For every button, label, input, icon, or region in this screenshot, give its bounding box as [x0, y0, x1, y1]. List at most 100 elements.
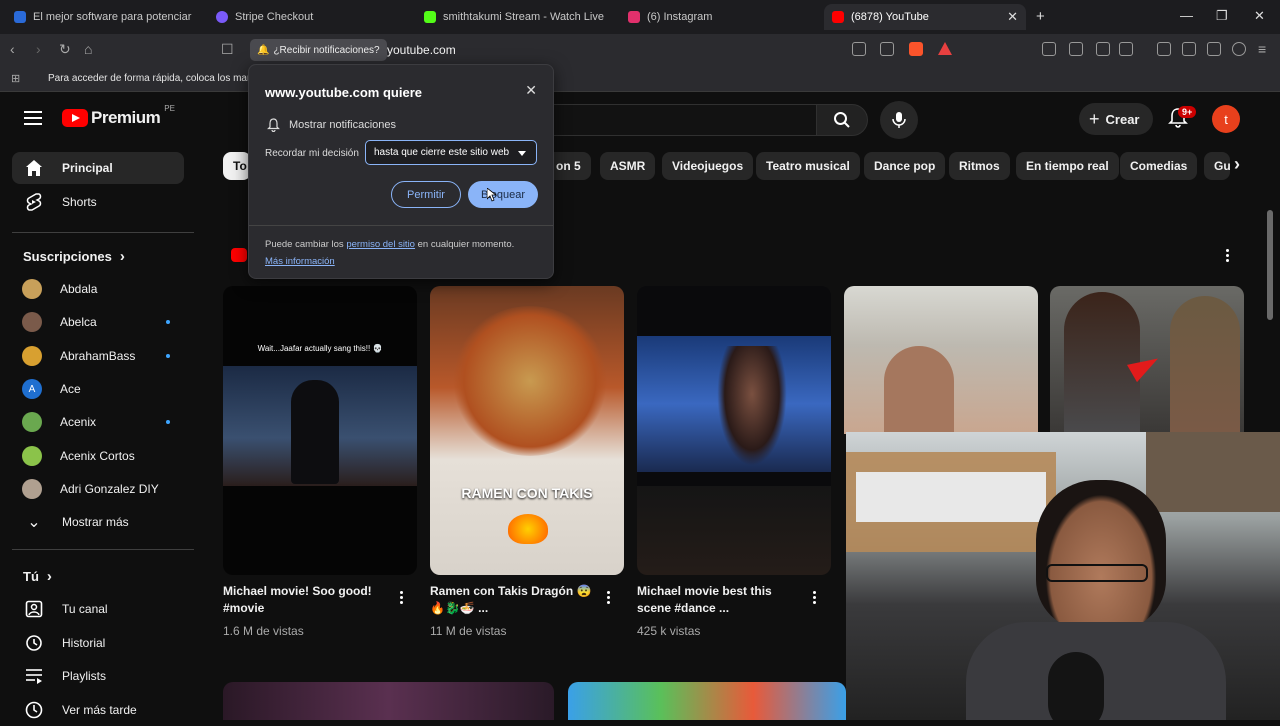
- sidebar-item-subscription[interactable]: Abdala: [12, 273, 184, 305]
- close-tab-icon[interactable]: ✕: [1007, 9, 1018, 25]
- home-icon[interactable]: ⌂: [84, 41, 92, 57]
- vpn-icon[interactable]: [1232, 42, 1246, 56]
- wallet-icon[interactable]: [1182, 42, 1196, 56]
- short-thumbnail[interactable]: RAMEN CON TAKIS: [430, 286, 624, 575]
- minimize-icon[interactable]: —: [1180, 8, 1193, 23]
- show-more-button[interactable]: ⌄ Mostrar más: [12, 506, 184, 538]
- back-icon[interactable]: ‹: [10, 41, 15, 57]
- create-button[interactable]: + Crear: [1079, 103, 1154, 135]
- brave-shields-icon[interactable]: [909, 42, 923, 56]
- sidebar-item-history[interactable]: Historial: [12, 627, 184, 659]
- channel-avatar: [22, 312, 42, 332]
- allow-button[interactable]: Permitir: [391, 181, 461, 208]
- scrollbar-thumb[interactable]: [1267, 210, 1273, 320]
- reload-icon[interactable]: ↻: [59, 41, 71, 58]
- video-thumbnail[interactable]: [223, 682, 554, 720]
- cast-icon[interactable]: [852, 42, 866, 56]
- youtube-premium-logo[interactable]: Premium PE: [62, 104, 175, 128]
- new-tab-button[interactable]: +: [1036, 8, 1045, 25]
- remember-decision-value: hasta que cierre este sitio web: [374, 147, 510, 158]
- short-title[interactable]: Michael movie best this scene #dance ...: [637, 583, 807, 617]
- sidebar-item-label: Tu canal: [62, 602, 108, 616]
- sidebar-item-subscription[interactable]: Abelca: [12, 306, 184, 338]
- sidebar-toggle-icon[interactable]: [1157, 42, 1171, 56]
- short-thumbnail[interactable]: Wait...Jaafar actually sang this!! 💀: [223, 286, 417, 575]
- more-options-icon[interactable]: [400, 591, 404, 605]
- brave-rewards-icon[interactable]: [938, 42, 952, 55]
- block-button[interactable]: Bloquear: [468, 181, 538, 208]
- menu-icon[interactable]: ≡: [1258, 41, 1266, 57]
- video-thumbnail[interactable]: [568, 682, 846, 720]
- link-icon[interactable]: [1119, 42, 1133, 56]
- bookmarks-hint: Para acceder de forma rápida, coloca los…: [48, 73, 256, 84]
- chip[interactable]: Comedias: [1120, 152, 1198, 180]
- downloads-icon[interactable]: [1069, 42, 1083, 56]
- tab-favicon-icon: [14, 11, 26, 23]
- share-icon[interactable]: [880, 42, 894, 56]
- tab-title: Stripe Checkout: [235, 11, 314, 23]
- sidebar-item-label: Historial: [62, 636, 106, 650]
- hamburger-menu-icon[interactable]: [24, 111, 42, 125]
- forward-icon[interactable]: ›: [36, 41, 41, 57]
- short-thumbnail[interactable]: [1050, 286, 1244, 434]
- close-icon[interactable]: ✕: [525, 82, 537, 99]
- channel-name: Acenix Cortos: [60, 449, 135, 463]
- remember-decision-select[interactable]: hasta que cierre este sitio web: [365, 140, 537, 165]
- extensions-icon[interactable]: [1042, 42, 1056, 56]
- site-permission-link[interactable]: permiso del sitio: [346, 239, 415, 250]
- short-thumbnail[interactable]: [637, 286, 831, 575]
- thumbnail-image: [450, 306, 610, 456]
- you-header[interactable]: Tú ›: [23, 568, 52, 585]
- sidebar-item-playlists[interactable]: Playlists: [12, 660, 184, 692]
- search-input[interactable]: [540, 104, 816, 136]
- sidebar-item-home[interactable]: Principal: [12, 152, 184, 184]
- chip[interactable]: Gu: [1204, 152, 1230, 180]
- short-title[interactable]: Ramen con Takis Dragón 😨🔥🐉🍜 ...: [430, 583, 600, 617]
- footer-text: Puede cambiar los: [265, 239, 347, 250]
- chip[interactable]: En tiempo real: [1016, 152, 1119, 180]
- more-options-icon[interactable]: [813, 591, 817, 605]
- subscriptions-header[interactable]: Suscripciones ›: [23, 248, 125, 265]
- sidebar-item-subscription[interactable]: Adri Gonzalez DIY: [12, 473, 184, 505]
- sidebar-item-watch-later[interactable]: Ver más tarde: [12, 694, 184, 726]
- chip[interactable]: ASMR: [600, 152, 656, 180]
- search-button[interactable]: [816, 104, 868, 136]
- sidebar-item-subscription[interactable]: A Ace: [12, 373, 184, 405]
- shorts-logo-icon: [231, 248, 247, 262]
- chip[interactable]: Dance pop: [864, 152, 946, 180]
- sidebar-item-shorts[interactable]: Shorts: [12, 186, 184, 218]
- search-icon: [834, 112, 850, 128]
- fire-icon: [508, 514, 548, 544]
- bookmark-icon[interactable]: ☐: [221, 41, 234, 58]
- divider: [12, 232, 194, 233]
- chevron-right-icon[interactable]: ›: [1234, 154, 1240, 175]
- maximize-icon[interactable]: ❐: [1216, 8, 1228, 24]
- leo-ai-icon[interactable]: [1207, 42, 1221, 56]
- media-icon[interactable]: [1096, 42, 1110, 56]
- address-bar-url[interactable]: youtube.com: [387, 43, 456, 57]
- short-thumbnail[interactable]: [844, 286, 1038, 434]
- browser-tab[interactable]: smithtakumi Stream - Watch Live on: [424, 4, 604, 30]
- more-options-icon[interactable]: [607, 591, 611, 605]
- notification-permission-chip[interactable]: 🔔 ¿Recibir notificaciones?: [250, 39, 387, 61]
- apps-grid-icon[interactable]: ⊞: [11, 72, 20, 85]
- browser-tab[interactable]: (6) Instagram: [628, 4, 808, 30]
- chip[interactable]: Ritmos: [949, 152, 1010, 180]
- more-options-icon[interactable]: [1226, 249, 1230, 263]
- sidebar-item-subscription[interactable]: Acenix Cortos: [12, 440, 184, 472]
- chip-all[interactable]: To: [223, 152, 251, 180]
- voice-search-button[interactable]: [880, 101, 918, 139]
- sidebar-item-your-channel[interactable]: Tu canal: [12, 593, 184, 625]
- account-avatar[interactable]: t: [1212, 105, 1240, 133]
- more-info-link[interactable]: Más información: [265, 256, 335, 267]
- browser-tab[interactable]: El mejor software para potenciar tu e: [14, 4, 194, 30]
- chip[interactable]: Teatro musical: [756, 152, 860, 180]
- sidebar-item-subscription[interactable]: AbrahamBass: [12, 340, 184, 372]
- short-title[interactable]: Michael movie! Soo good! #movie: [223, 583, 393, 617]
- browser-tab[interactable]: Stripe Checkout: [216, 4, 396, 30]
- browser-tab-active[interactable]: (6878) YouTube ✕: [824, 4, 1026, 30]
- close-window-icon[interactable]: ✕: [1254, 8, 1265, 24]
- notification-permission-popup: www.youtube.com quiere ✕ Mostrar notific…: [248, 64, 554, 279]
- chip[interactable]: Videojuegos: [662, 152, 754, 180]
- sidebar-item-subscription[interactable]: Acenix: [12, 406, 184, 438]
